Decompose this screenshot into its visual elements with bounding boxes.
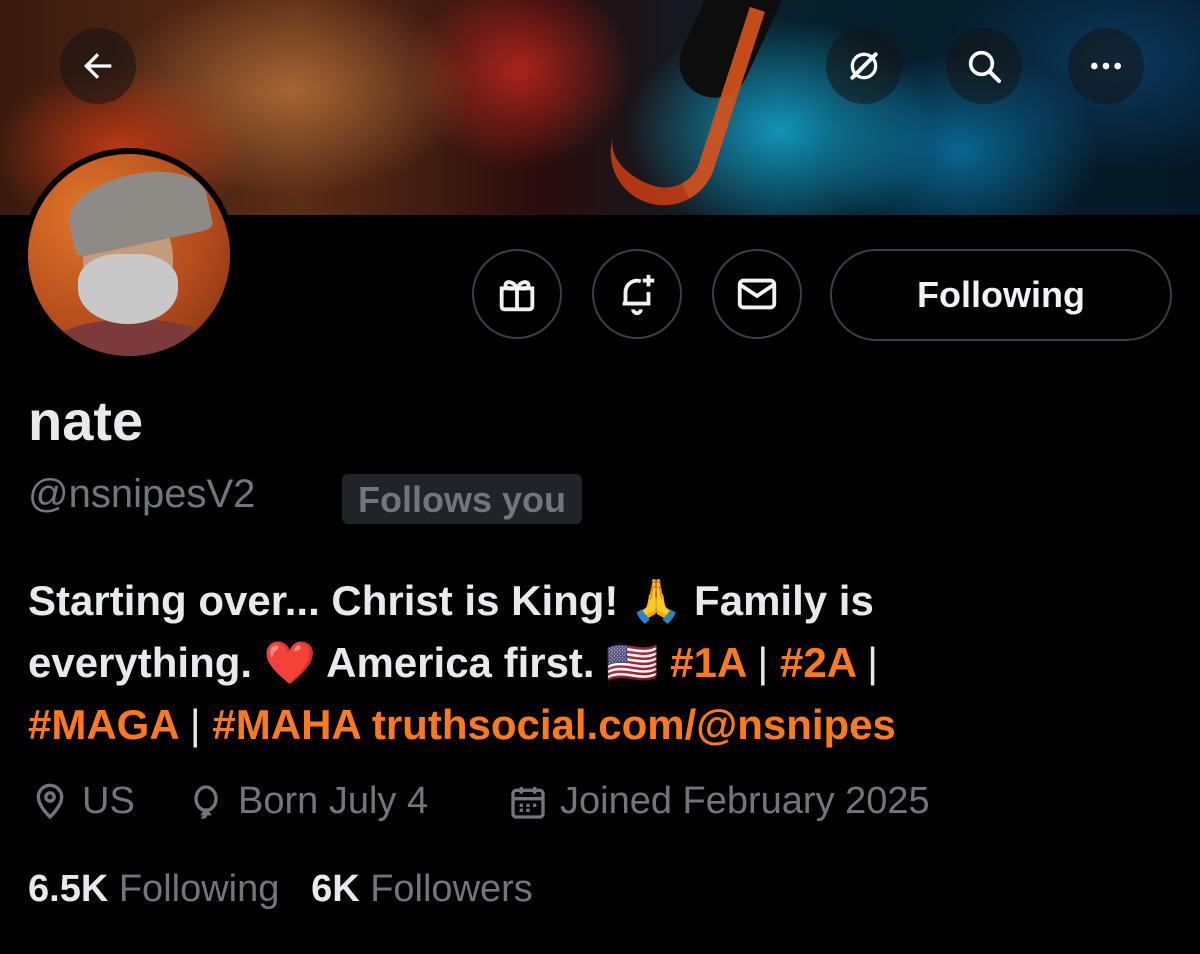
avatar-image: [28, 154, 230, 356]
followers-count: 6K: [311, 868, 360, 910]
following-count: 6.5K: [28, 868, 109, 910]
profile-bio: Starting over... Christ is King! 🙏 Famil…: [28, 570, 1178, 756]
hashtag-link[interactable]: #MAGA: [28, 701, 178, 748]
following-label: Following: [118, 868, 280, 910]
bio-line-1: Starting over... Christ is King! 🙏 Famil…: [28, 577, 874, 624]
location-item: US: [30, 780, 135, 823]
hashtag-link[interactable]: #1A: [670, 639, 746, 686]
followers-link[interactable]: 6K Followers: [311, 868, 533, 910]
location-pin-icon: [36, 783, 64, 819]
banner-art-detail: [596, 0, 766, 215]
username-handle: @nsnipesV2: [28, 472, 256, 516]
birthday-text: Born July 4: [238, 780, 429, 822]
bio-line-2: everything. ❤️ America first. 🇺🇸 #1A | #…: [28, 639, 879, 686]
search-button[interactable]: [946, 28, 1022, 104]
calendar-icon: [511, 786, 545, 819]
bio-url-link[interactable]: truthsocial.com/@nsnipes: [372, 701, 896, 748]
following-button[interactable]: Following: [830, 249, 1172, 341]
follow-stats: 6.5K Following 6K Followers: [28, 868, 533, 911]
notify-button[interactable]: [592, 249, 682, 339]
message-button[interactable]: [712, 249, 802, 339]
birthday-item: Born July 4: [186, 780, 428, 823]
follows-you-badge: Follows you: [342, 474, 583, 524]
hashtag-link[interactable]: #2A: [780, 639, 856, 686]
envelope-icon: [737, 278, 777, 310]
search-icon: [968, 50, 1001, 83]
balloon-icon: [194, 784, 218, 819]
more-icon: [1091, 62, 1121, 70]
display-name: nate: [28, 389, 144, 452]
arrow-left-icon: [84, 53, 112, 79]
bell-plus-icon: [622, 274, 655, 316]
joined-text: Joined February 2025: [560, 780, 930, 822]
grok-button[interactable]: [826, 28, 902, 104]
bio-text: everything. ❤️ America first. 🇺🇸: [28, 639, 659, 686]
joined-item: Joined February 2025: [508, 780, 930, 823]
hashtag-link[interactable]: #MAHA: [212, 701, 360, 748]
followers-label: Followers: [370, 868, 533, 910]
gift-icon: [499, 280, 535, 312]
location-text: US: [82, 780, 135, 822]
bio-line-3: #MAGA | #MAHA truthsocial.com/@nsnipes: [28, 701, 896, 748]
more-button[interactable]: [1068, 28, 1144, 104]
following-link[interactable]: 6.5K Following: [28, 868, 279, 910]
grok-icon: [850, 52, 878, 80]
back-button[interactable]: [60, 28, 136, 104]
gift-button[interactable]: [472, 249, 562, 339]
avatar[interactable]: [22, 148, 236, 362]
